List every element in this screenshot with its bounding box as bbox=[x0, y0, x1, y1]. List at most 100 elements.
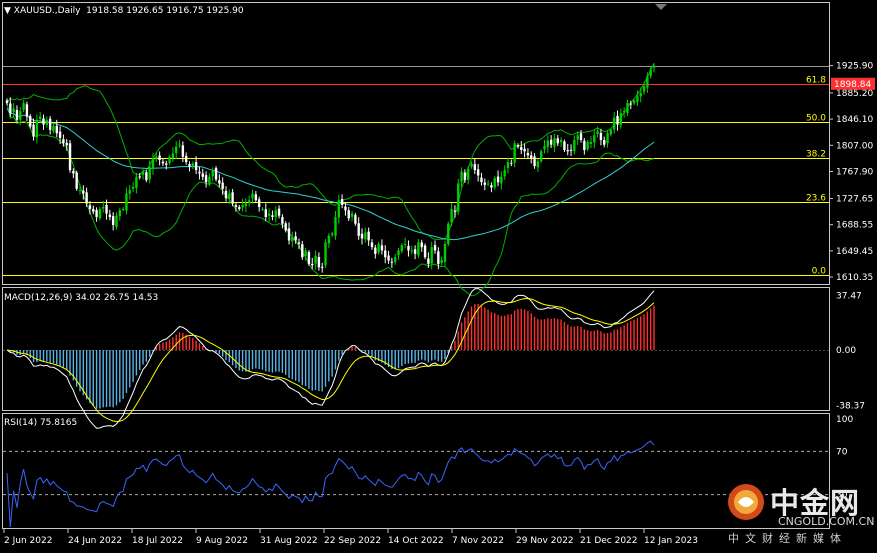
macd-tick-label: 0.00 bbox=[836, 346, 856, 356]
time-tick-label: 18 Jul 2022 bbox=[132, 536, 183, 546]
candle-body bbox=[327, 235, 331, 244]
candle-body bbox=[291, 237, 294, 242]
moving-average-line bbox=[6, 108, 655, 241]
candle-body bbox=[486, 183, 490, 185]
trading-chart[interactable]: 61.8 50.0 38.2 23.6 0.0 1925.90 1885.20 1846.1… bbox=[0, 0, 877, 553]
candle-body bbox=[29, 116, 32, 127]
candle-body bbox=[420, 242, 423, 248]
candle-body bbox=[301, 244, 304, 258]
candle-body bbox=[324, 242, 327, 266]
candle-body bbox=[102, 206, 105, 209]
macd-tick-label: 37.47 bbox=[836, 292, 862, 302]
candle-body bbox=[649, 69, 652, 76]
candle-body bbox=[344, 206, 347, 211]
candle-body bbox=[131, 186, 135, 189]
price-tick-label: 1885.20 bbox=[836, 89, 873, 99]
candle-body bbox=[161, 161, 165, 164]
candle-body bbox=[606, 133, 609, 144]
time-tick-label: 31 Aug 2022 bbox=[260, 536, 318, 546]
candle-body bbox=[201, 173, 204, 177]
price-tick-label: 1925.90 bbox=[836, 62, 873, 72]
time-tick-label: 12 Jan 2023 bbox=[644, 536, 698, 546]
time-tick-label: 14 Oct 2022 bbox=[388, 536, 444, 546]
candle-body bbox=[115, 215, 118, 228]
candle-body bbox=[281, 216, 284, 224]
cngold-logo-icon bbox=[728, 484, 764, 520]
candle-body bbox=[82, 190, 85, 194]
candle-body bbox=[510, 162, 513, 164]
candle-body bbox=[15, 110, 19, 120]
time-tick-label: 9 Aug 2022 bbox=[196, 536, 248, 546]
candle-body bbox=[357, 223, 360, 236]
price-axis: 1925.90 1885.20 1846.10 1807.00 1767.90 1727.… bbox=[829, 62, 875, 501]
candle-body bbox=[105, 204, 108, 214]
candle-body bbox=[563, 141, 566, 150]
macd-line bbox=[6, 287, 655, 429]
candle-body bbox=[92, 208, 95, 212]
candle-body bbox=[68, 143, 72, 171]
candle-body bbox=[330, 233, 334, 235]
price-tick-label: 1807.00 bbox=[836, 141, 873, 151]
candle-body bbox=[417, 242, 420, 256]
rsi-panel bbox=[3, 440, 829, 528]
candle-body bbox=[400, 245, 404, 252]
candle-body bbox=[75, 172, 78, 189]
candle-body bbox=[208, 176, 211, 184]
candle-body bbox=[191, 163, 195, 168]
candle-body bbox=[304, 250, 307, 256]
candle-body bbox=[427, 258, 430, 264]
candle-body bbox=[12, 108, 15, 112]
price-tick-label: 1610.35 bbox=[836, 273, 873, 283]
candle-body bbox=[158, 155, 161, 161]
candle-body bbox=[32, 124, 35, 137]
candle-body bbox=[500, 176, 503, 184]
candle-body bbox=[231, 192, 234, 204]
rsi-panel-frame bbox=[2, 413, 830, 529]
candle-body bbox=[593, 135, 596, 143]
candle-body bbox=[407, 245, 410, 251]
candle-body bbox=[437, 251, 440, 264]
candle-body bbox=[98, 208, 102, 219]
collapse-arrow-icon[interactable]: ▼ bbox=[4, 6, 14, 16]
symbol-header: ▼ XAUUSD.,Daily 1918.58 1926.65 1916.75 … bbox=[4, 6, 244, 16]
candle-body bbox=[636, 96, 639, 103]
time-tick-label: 22 Sep 2022 bbox=[324, 536, 381, 546]
fib-label-50-0: 50.0 bbox=[806, 114, 826, 124]
chart-shift-marker-icon[interactable] bbox=[655, 4, 667, 10]
candle-body bbox=[221, 182, 224, 189]
candle-body bbox=[476, 169, 480, 176]
candle-body bbox=[188, 164, 191, 167]
price-tick-label: 1767.90 bbox=[836, 168, 873, 178]
candle-body bbox=[168, 156, 171, 164]
candle-body bbox=[473, 164, 477, 171]
candle-body bbox=[546, 140, 550, 147]
candle-body bbox=[377, 243, 380, 253]
candle-body bbox=[520, 147, 523, 150]
candle-body bbox=[19, 111, 22, 120]
candle-body bbox=[403, 243, 407, 245]
rsi-label: RSI(14) 75.8165 bbox=[4, 418, 78, 428]
candle-body bbox=[380, 245, 384, 251]
candle-body bbox=[65, 142, 68, 146]
candle-body bbox=[626, 103, 629, 114]
candle-body bbox=[549, 139, 553, 145]
candle-body bbox=[453, 210, 457, 212]
candle-body bbox=[42, 118, 45, 125]
candle-body bbox=[642, 86, 646, 92]
candle-body bbox=[175, 146, 178, 153]
candle-body bbox=[9, 103, 12, 114]
candle-body bbox=[238, 206, 241, 209]
candle-body bbox=[516, 145, 520, 147]
panel-frames bbox=[2, 2, 830, 529]
candle-body bbox=[78, 190, 82, 192]
candle-body bbox=[321, 266, 324, 268]
candle-body bbox=[334, 217, 337, 236]
candle-body bbox=[145, 172, 148, 181]
time-tick-label: 29 Nov 2022 bbox=[516, 536, 574, 546]
time-tick-label: 2 Jun 2022 bbox=[4, 536, 52, 546]
candle-body bbox=[599, 132, 603, 140]
price-tick-label: 1649.45 bbox=[836, 247, 873, 257]
candle-body bbox=[440, 259, 443, 264]
candle-body bbox=[141, 171, 145, 175]
candle-body bbox=[622, 111, 626, 113]
